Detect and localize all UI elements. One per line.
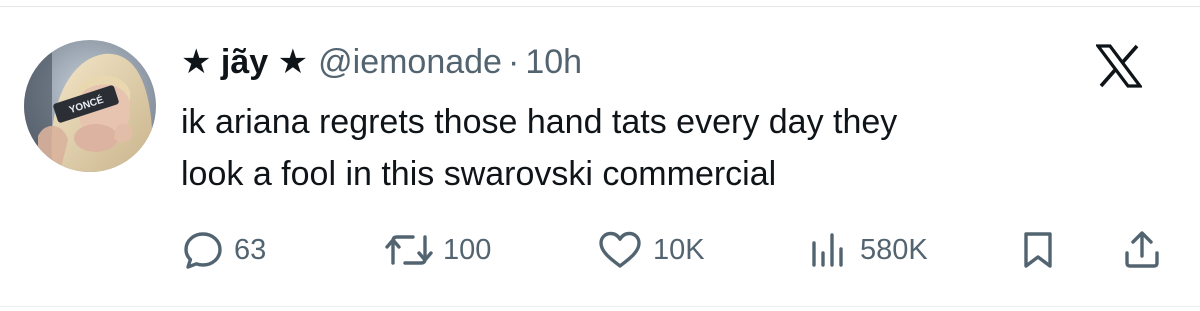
avatar-image: YONCÉ (24, 40, 156, 172)
top-divider (0, 6, 1200, 7)
tweet-actions-bar: 63 100 10K 580K (0, 226, 1200, 274)
tweet-timestamp[interactable]: 10h (525, 43, 582, 82)
repost-arrows-icon (385, 229, 433, 271)
bookmark-button[interactable] (1018, 226, 1058, 274)
heart-icon (597, 229, 643, 271)
repost-button[interactable]: 100 (385, 226, 491, 274)
x-logo-icon[interactable] (1094, 44, 1144, 88)
share-button[interactable] (1121, 226, 1163, 274)
repost-count: 100 (443, 233, 492, 266)
header-separator: · (507, 42, 520, 81)
share-upload-icon (1121, 229, 1163, 271)
avatar[interactable]: YONCÉ (24, 40, 156, 172)
bookmark-icon (1018, 229, 1058, 271)
reply-count: 63 (234, 233, 267, 266)
views-count: 580K (860, 233, 928, 266)
speech-bubble-icon (182, 229, 224, 271)
reply-button[interactable]: 63 (182, 226, 266, 274)
bar-chart-icon (808, 229, 850, 271)
bottom-divider (0, 306, 1200, 307)
views-button[interactable]: 580K (808, 226, 928, 274)
author-display-name[interactable]: ★ jãy ★ (181, 42, 308, 82)
tweet-text-line-2: look a fool in this swarovski commercial (181, 155, 777, 193)
tweet-text-line-1: ik ariana regrets those hand tats every … (181, 103, 898, 141)
like-button[interactable]: 10K (597, 226, 705, 274)
like-count: 10K (653, 233, 705, 266)
tweet-header: ★ jãy ★ @iemonade · 10h (181, 38, 582, 86)
tweet-text: ik ariana regrets those hand tats every … (181, 96, 1141, 200)
author-handle[interactable]: @iemonade (318, 43, 502, 82)
